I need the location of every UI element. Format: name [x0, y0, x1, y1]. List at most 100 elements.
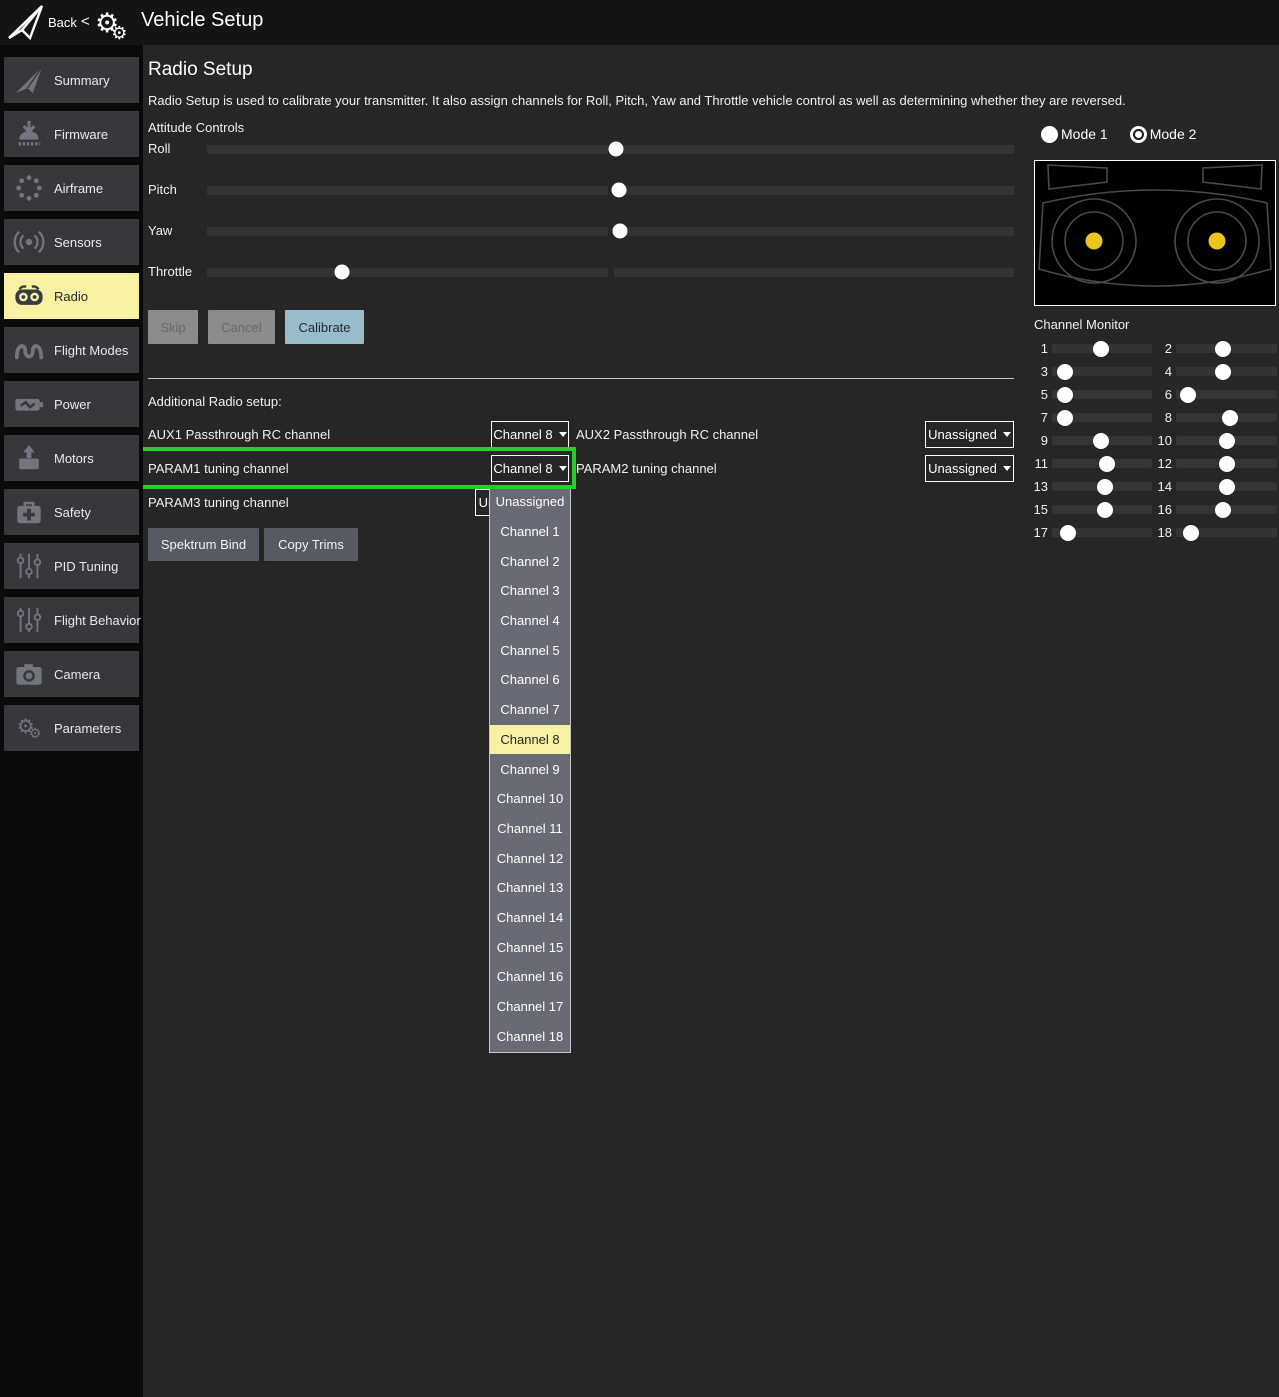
throttle-slider-track[interactable] — [207, 268, 1014, 277]
dropdown-option-channel-10[interactable]: Channel 10 — [490, 784, 570, 814]
channel-10-label: 10 — [1152, 433, 1172, 448]
sidebar-item-flight-behavior[interactable]: Flight Behavior — [4, 597, 139, 643]
throttle-slider-label: Throttle — [148, 264, 192, 279]
sidebar-item-label: Camera — [54, 667, 100, 682]
camera-icon — [12, 657, 46, 691]
sidebar-item-power[interactable]: Power — [4, 381, 139, 427]
sidebar-item-parameters[interactable]: ⚙⚙Parameters — [4, 705, 139, 751]
radio-button-icon — [1130, 126, 1147, 143]
safety-icon — [12, 495, 46, 529]
sidebar-item-camera[interactable]: Camera — [4, 651, 139, 697]
flight-behavior-icon — [12, 603, 46, 637]
dropdown-option-channel-18[interactable]: Channel 18 — [490, 1021, 570, 1051]
channel-14-indicator — [1219, 479, 1235, 495]
channel-14-label: 14 — [1152, 479, 1172, 494]
pitch-slider-label: Pitch — [148, 182, 177, 197]
channel-16-label: 16 — [1152, 502, 1172, 517]
param1-channel-combobox[interactable]: Channel 8 — [491, 455, 569, 482]
channel-8-label: 8 — [1152, 410, 1172, 425]
spektrum-bind-button[interactable]: Spektrum Bind — [148, 528, 259, 561]
yaw-slider-handle[interactable] — [613, 224, 628, 239]
aux2-label: AUX2 Passthrough RC channel — [576, 421, 758, 448]
roll-slider-track[interactable] — [207, 145, 1014, 154]
channel-4-monitor-track — [1176, 367, 1277, 376]
channel-3-indicator — [1057, 364, 1073, 380]
param2-channel-combobox[interactable]: Unassigned — [925, 455, 1014, 482]
dropdown-option-channel-1[interactable]: Channel 1 — [490, 517, 570, 547]
dropdown-option-channel-11[interactable]: Channel 11 — [490, 814, 570, 844]
channel-9-label: 9 — [1028, 433, 1048, 448]
dropdown-option-channel-12[interactable]: Channel 12 — [490, 843, 570, 873]
skip-button[interactable]: Skip — [148, 310, 198, 344]
dropdown-option-channel-8[interactable]: Channel 8 — [490, 725, 570, 755]
dropdown-option-channel-4[interactable]: Channel 4 — [490, 606, 570, 636]
back-button[interactable]: Back — [48, 15, 77, 30]
channel-12-indicator — [1219, 456, 1235, 472]
pitch-slider-track[interactable] — [207, 186, 1014, 195]
motors-icon — [12, 441, 46, 475]
channel-9-indicator — [1093, 433, 1109, 449]
chevron-down-icon — [1003, 432, 1011, 437]
sidebar-item-pid-tuning[interactable]: PID Tuning — [4, 543, 139, 589]
yaw-slider-track[interactable] — [207, 227, 1014, 236]
channel-18-indicator — [1183, 525, 1199, 541]
dropdown-option-channel-15[interactable]: Channel 15 — [490, 932, 570, 962]
cancel-button[interactable]: Cancel — [208, 310, 275, 344]
channel-17-label: 17 — [1028, 525, 1048, 540]
channel-16-monitor-track — [1176, 505, 1277, 514]
pitch-slider-handle[interactable] — [611, 183, 626, 198]
channel-13-indicator — [1097, 479, 1113, 495]
mode-radio-2[interactable]: Mode 2 — [1130, 126, 1197, 143]
channel-15-indicator — [1097, 502, 1113, 518]
sidebar-item-radio[interactable]: Radio — [4, 273, 139, 319]
sidebar-item-sensors[interactable]: Sensors — [4, 219, 139, 265]
sidebar-item-safety[interactable]: Safety — [4, 489, 139, 535]
dropdown-option-unassigned[interactable]: Unassigned — [490, 487, 570, 517]
dropdown-option-channel-14[interactable]: Channel 14 — [490, 903, 570, 933]
dropdown-option-channel-2[interactable]: Channel 2 — [490, 546, 570, 576]
left-stick-indicator — [1086, 233, 1103, 250]
channel-15-label: 15 — [1028, 502, 1048, 517]
aux1-label: AUX1 Passthrough RC channel — [148, 421, 330, 448]
channel-6-indicator — [1180, 387, 1196, 403]
dropdown-option-channel-3[interactable]: Channel 3 — [490, 576, 570, 606]
roll-slider-label: Roll — [148, 141, 170, 156]
dropdown-option-channel-16[interactable]: Channel 16 — [490, 962, 570, 992]
param1-label: PARAM1 tuning channel — [148, 455, 289, 482]
channel-7-indicator — [1057, 410, 1073, 426]
transmitter-diagram — [1034, 160, 1276, 306]
sidebar-item-summary[interactable]: Summary — [4, 57, 139, 103]
qgroundcontrol-logo-icon — [6, 3, 46, 42]
flight-modes-icon — [12, 333, 46, 367]
dropdown-option-channel-17[interactable]: Channel 17 — [490, 992, 570, 1022]
radio-setup-description: Radio Setup is used to calibrate your tr… — [148, 93, 1126, 108]
dropdown-option-channel-6[interactable]: Channel 6 — [490, 665, 570, 695]
channel-11-monitor-track — [1052, 459, 1152, 468]
calibrate-button[interactable]: Calibrate — [285, 310, 364, 344]
dropdown-option-channel-7[interactable]: Channel 7 — [490, 695, 570, 725]
channel-7-label: 7 — [1028, 410, 1048, 425]
aux2-channel-combobox[interactable]: Unassigned — [925, 421, 1014, 448]
sidebar-item-label: Sensors — [54, 235, 102, 250]
channel-1-label: 1 — [1028, 341, 1048, 356]
mode-radio-1[interactable]: Mode 1 — [1041, 126, 1108, 143]
dropdown-option-channel-9[interactable]: Channel 9 — [490, 754, 570, 784]
channel-8-monitor-track — [1176, 413, 1277, 422]
roll-slider-handle[interactable] — [609, 142, 624, 157]
sidebar-item-airframe[interactable]: Airframe — [4, 165, 139, 211]
channel-12-monitor-track — [1176, 459, 1277, 468]
dropdown-option-channel-13[interactable]: Channel 13 — [490, 873, 570, 903]
copy-trims-button[interactable]: Copy Trims — [264, 528, 358, 561]
sidebar-item-flight-modes[interactable]: Flight Modes — [4, 327, 139, 373]
aux1-channel-combobox[interactable]: Channel 8 — [491, 421, 569, 448]
throttle-slider-handle[interactable] — [334, 265, 349, 280]
sidebar-item-motors[interactable]: Motors — [4, 435, 139, 481]
sidebar-item-label: PID Tuning — [54, 559, 118, 574]
channel-17-monitor-track — [1052, 528, 1152, 537]
sidebar-item-label: Airframe — [54, 181, 103, 196]
channel-4-indicator — [1215, 364, 1231, 380]
sidebar-item-label: Power — [54, 397, 91, 412]
channel-18-monitor-track — [1176, 528, 1277, 537]
sidebar-item-firmware[interactable]: Firmware — [4, 111, 139, 157]
dropdown-option-channel-5[interactable]: Channel 5 — [490, 635, 570, 665]
